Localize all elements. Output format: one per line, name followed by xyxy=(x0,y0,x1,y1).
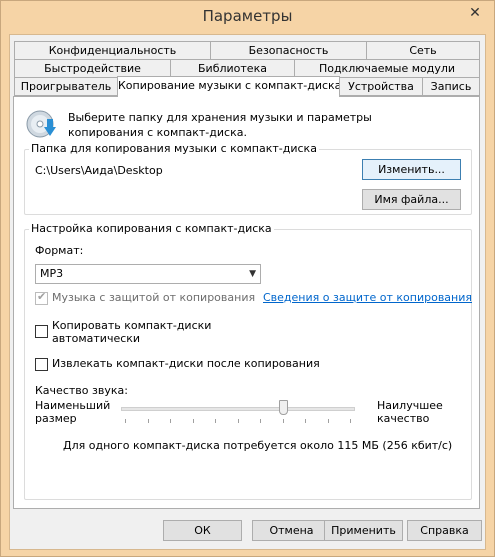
close-icon[interactable]: ✕ xyxy=(462,3,488,23)
tab-network[interactable]: Сеть xyxy=(366,41,480,60)
format-select-value: MP3 xyxy=(40,267,64,280)
slider-tick xyxy=(283,419,284,423)
apply-button[interactable]: Применить xyxy=(324,520,403,541)
slider-tick xyxy=(305,419,306,423)
tab-rip-music[interactable]: Копирование музыки с компакт-диска xyxy=(117,76,340,97)
slider-tick xyxy=(328,419,329,423)
quality-max-label-1: Наилучшее xyxy=(377,399,443,412)
copy-protect-label: Музыка с защитой от копирования xyxy=(52,291,256,304)
auto-copy-label-line2: автоматически xyxy=(52,332,141,345)
tab-burn[interactable]: Запись xyxy=(422,77,480,96)
file-name-button[interactable]: Имя файла... xyxy=(362,189,461,210)
copy-protect-checkbox[interactable]: ✔ xyxy=(35,290,48,305)
slider-track xyxy=(121,407,355,411)
cd-rip-icon xyxy=(26,110,56,138)
slider-tick xyxy=(215,419,216,423)
slider-tick xyxy=(238,419,239,423)
quality-min-label-2: размер xyxy=(35,412,77,425)
auto-copy-checkbox[interactable] xyxy=(35,325,48,338)
slider-tick xyxy=(170,419,171,423)
eject-after-copy-label: Извлекать компакт-диски после копировани… xyxy=(52,357,320,370)
tab-devices[interactable]: Устройства xyxy=(339,77,423,96)
chevron-down-icon: ▼ xyxy=(249,269,256,279)
audio-quality-slider[interactable] xyxy=(121,400,355,424)
title-bar[interactable]: Параметры ✕ xyxy=(1,1,494,34)
quality-max-label-2: качество xyxy=(377,412,430,425)
slider-tick xyxy=(125,419,126,423)
check-icon: ✔ xyxy=(37,290,47,303)
slider-tick xyxy=(148,419,149,423)
eject-after-copy-checkbox[interactable] xyxy=(35,358,48,371)
rip-description: Выберите папку для хранения музыки и пар… xyxy=(68,111,372,139)
change-folder-button[interactable]: Изменить... xyxy=(362,159,461,180)
rip-settings-group-title: Настройка копирования с компакт-диска xyxy=(29,222,274,235)
ok-button[interactable]: ОК xyxy=(163,520,242,541)
format-label: Формат: xyxy=(35,244,84,257)
quality-min-label-1: Наименьший xyxy=(35,399,111,412)
cancel-button[interactable]: Отмена xyxy=(252,520,331,541)
audio-quality-label: Качество звука: xyxy=(35,384,128,397)
rip-folder-group-title: Папка для копирования музыки с компакт-д… xyxy=(29,142,319,155)
dialog-client: Конфиденциальность Безопасность Сеть Быс… xyxy=(9,34,486,550)
tab-privacy[interactable]: Конфиденциальность xyxy=(14,41,211,60)
window-title: Параметры xyxy=(202,7,293,25)
disk-size-estimate: Для одного компакт-диска потребуется око… xyxy=(63,439,453,452)
format-select[interactable]: MP3 ▼ xyxy=(35,264,261,284)
rip-folder-path: C:\Users\Аида\Desktop xyxy=(35,164,163,177)
slider-tick xyxy=(350,419,351,423)
slider-thumb[interactable] xyxy=(279,400,288,415)
help-button[interactable]: Справка xyxy=(407,520,482,541)
slider-tick xyxy=(260,419,261,423)
tab-security[interactable]: Безопасность xyxy=(210,41,367,60)
tab-player[interactable]: Проигрыватель xyxy=(14,77,118,96)
slider-tick xyxy=(193,419,194,423)
rip-folder-group: Папка для копирования музыки с компакт-д… xyxy=(24,142,472,215)
copy-protect-info-link[interactable]: Сведения о защите от копирования xyxy=(263,291,472,304)
auto-copy-label-line1: Копировать компакт-диски xyxy=(52,319,212,332)
options-window: Параметры ✕ Конфиденциальность Безопасно… xyxy=(0,0,495,557)
rip-settings-group: Настройка копирования с компакт-диска Фо… xyxy=(24,222,472,500)
rip-music-panel: Выберите папку для хранения музыки и пар… xyxy=(13,96,480,509)
